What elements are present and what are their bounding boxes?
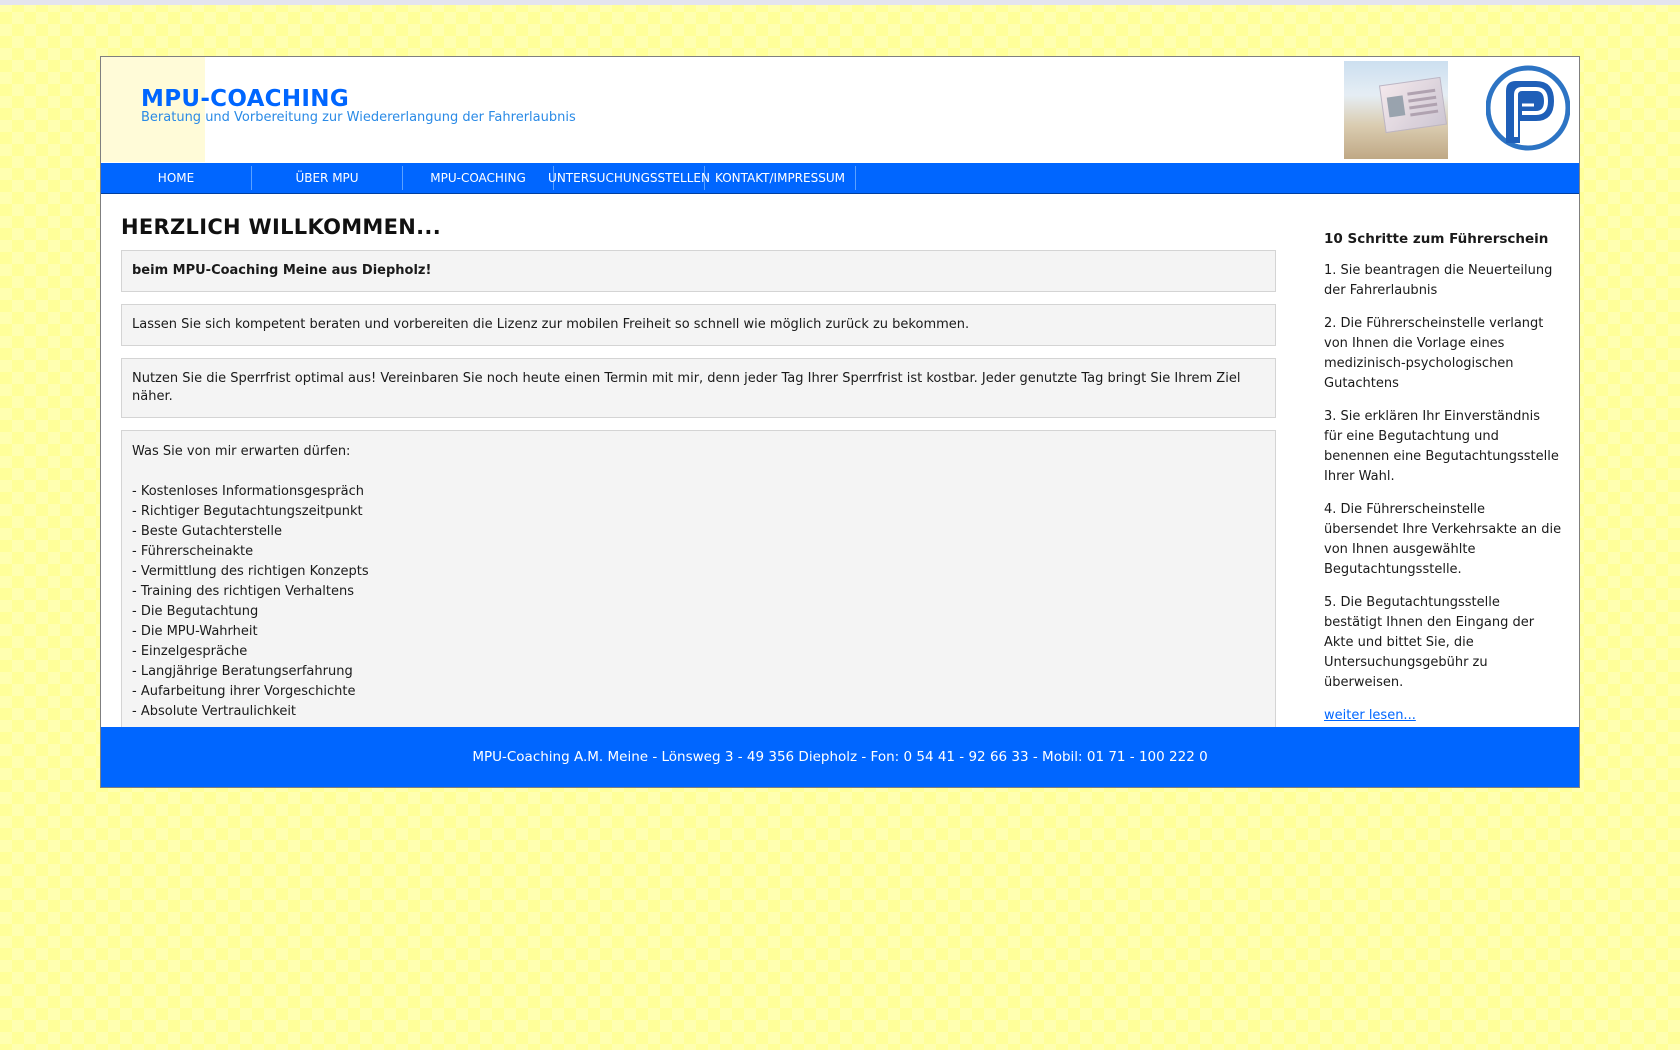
main-navigation: HOME ÜBER MPU MPU-COACHING UNTERSUCHUNGS… xyxy=(101,163,1579,194)
site-title[interactable]: MPU-COACHING xyxy=(141,86,349,112)
sidebar: 10 Schritte zum Führerschein 1. Sie bean… xyxy=(1324,229,1562,726)
nav-item-kontakt-impressum[interactable]: KONTAKT/IMPRESSUM xyxy=(705,166,856,190)
nav-item-mpu-coaching[interactable]: MPU-COACHING xyxy=(403,166,554,190)
sperrfrist-paragraph: Nutzen Sie die Sperrfrist optimal aus! V… xyxy=(121,358,1276,418)
list-item: - Kostenloses Informationsgespräch xyxy=(132,484,365,499)
page-heading: HERZLICH WILLKOMMEN... xyxy=(121,215,441,239)
sidebar-step: 5. Die Begutachtungsstelle bestätigt Ihn… xyxy=(1324,595,1535,690)
list-item: - Langjährige Beratungserfahrung xyxy=(132,664,353,679)
browser-top-strip xyxy=(0,0,1680,5)
sidebar-heading: 10 Schritte zum Führerschein xyxy=(1324,231,1549,247)
list-item: - Absolute Vertraulichkeit xyxy=(132,704,297,719)
list-item: - Die Begutachtung xyxy=(132,604,259,619)
sidebar-step: 1. Sie beantragen die Neuerteilung der F… xyxy=(1324,263,1553,298)
nav-item-home[interactable]: HOME xyxy=(101,166,252,190)
license-card-shape xyxy=(1378,76,1448,134)
intro-paragraph: Lassen Sie sich kompetent beraten und vo… xyxy=(121,304,1276,346)
list-item: - Richtiger Begutachtungszeitpunkt xyxy=(132,504,363,519)
mpu-logo-icon[interactable] xyxy=(1486,65,1570,151)
sidebar-step: 2. Die Führerscheinstelle verlangt von I… xyxy=(1324,316,1544,391)
footer-contact-text: MPU-Coaching A.M. Meine - Lönsweg 3 - 49… xyxy=(472,749,1208,765)
list-item: - Aufarbeitung ihrer Vorgeschichte xyxy=(132,684,356,699)
main-content: HERZLICH WILLKOMMEN... beim MPU-Coaching… xyxy=(121,215,1276,745)
welcome-box: beim MPU-Coaching Meine aus Diepholz! xyxy=(121,250,1276,292)
list-item: - Einzelgespräche xyxy=(132,644,248,659)
sidebar-step: 3. Sie erklären Ihr Einverständnis für e… xyxy=(1324,409,1559,484)
benefits-intro: Was Sie von mir erwarten dürfen: xyxy=(132,444,351,459)
list-item: - Training des richtigen Verhaltens xyxy=(132,584,355,599)
read-more-link[interactable]: weiter lesen... xyxy=(1324,708,1416,723)
sidebar-step: 4. Die Führerscheinstelle übersendet Ihr… xyxy=(1324,502,1562,577)
nav-item-ueber-mpu[interactable]: ÜBER MPU xyxy=(252,166,403,190)
list-item: - Führerscheinakte xyxy=(132,544,254,559)
list-item: - Vermittlung des richtigen Konzepts xyxy=(132,564,369,579)
driving-license-photo-icon xyxy=(1344,61,1448,159)
page-container: MPU-COACHING Beratung und Vorbereitung z… xyxy=(100,56,1580,788)
list-item: - Beste Gutachterstelle xyxy=(132,524,283,539)
site-header: MPU-COACHING Beratung und Vorbereitung z… xyxy=(101,57,1579,162)
list-item: - Die MPU-Wahrheit xyxy=(132,624,258,639)
benefits-box: Was Sie von mir erwarten dürfen: - Koste… xyxy=(121,430,1276,733)
nav-item-untersuchungsstellen[interactable]: UNTERSUCHUNGSSTELLEN xyxy=(548,166,710,190)
site-footer: MPU-Coaching A.M. Meine - Lönsweg 3 - 49… xyxy=(101,727,1579,787)
site-subtitle: Beratung und Vorbereitung zur Wiedererla… xyxy=(141,110,576,125)
